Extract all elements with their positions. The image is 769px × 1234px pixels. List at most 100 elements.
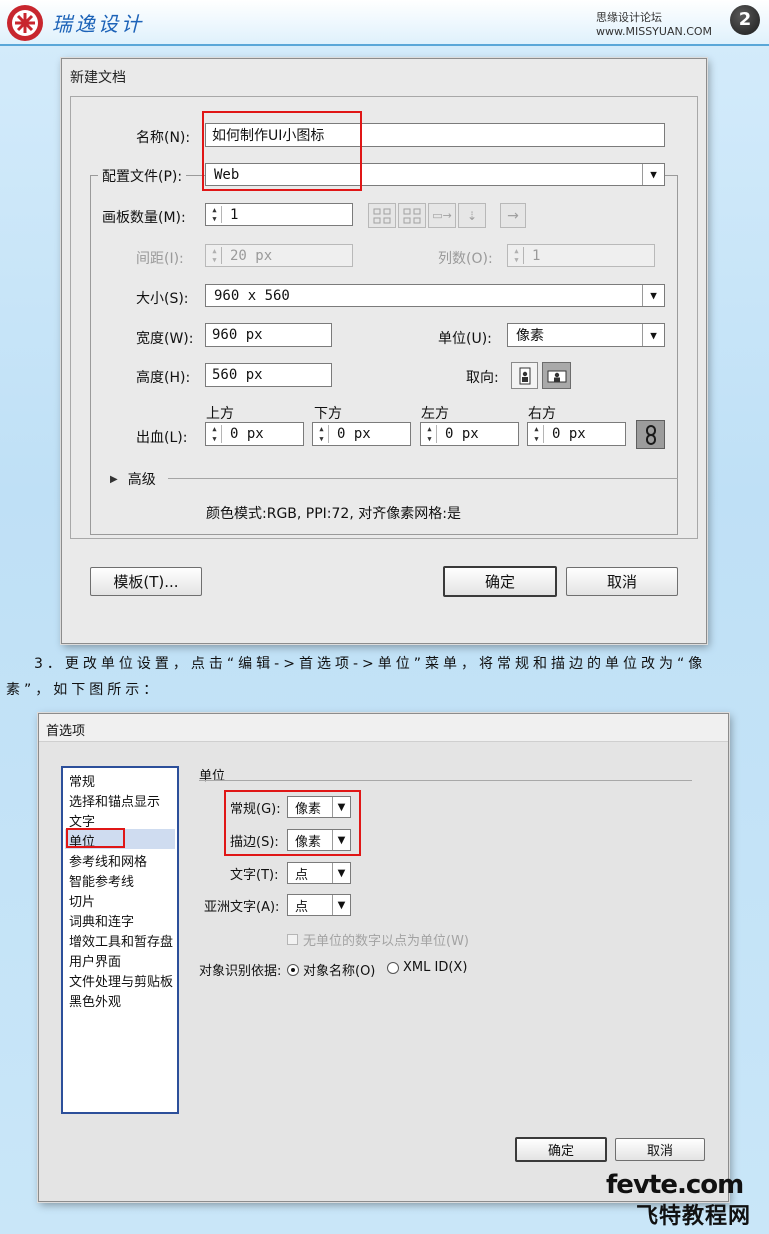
highlight-general-stroke	[224, 790, 361, 856]
advanced-divider	[168, 478, 678, 479]
artboards-label: 画板数量(M):	[102, 210, 186, 226]
artboard-layout-buttons: ▭→ ⇣ →	[368, 203, 526, 228]
bleed-label: 出血(L):	[136, 430, 188, 446]
instruction-line-1: 3．更改单位设置，点击“编辑->首选项->单位”菜单，将常规和描边的单位改为“像	[34, 656, 707, 672]
height-label: 高度(H):	[136, 370, 191, 386]
size-value: 960 x 560	[214, 287, 290, 304]
chevron-down-icon: ▼	[642, 164, 664, 185]
columns-label: 列数(O):	[438, 251, 493, 267]
bleed-left-input[interactable]: ▲ ▼ 0 px	[420, 422, 519, 446]
spinner-icon[interactable]: ▲ ▼	[530, 425, 544, 443]
advanced-label: 高级	[127, 472, 156, 488]
ok-button[interactable]: 确定	[443, 566, 557, 597]
dialog-title: 首选项	[46, 724, 86, 739]
prefs-ok-button[interactable]: 确定	[515, 1137, 607, 1162]
radio-selected-icon	[287, 963, 299, 976]
chevron-down-icon: ▼	[332, 863, 350, 883]
numbers-without-units-checkbox[interactable]: 无单位的数字以点为单位(W)	[287, 930, 469, 949]
spinner-icon[interactable]: ▲ ▼	[208, 206, 222, 223]
portrait-orientation-icon[interactable]	[511, 362, 538, 389]
chevron-down-icon: ▼	[642, 324, 664, 346]
size-label: 大小(S):	[136, 291, 189, 307]
advanced-toggle[interactable]: ▶ 高级	[110, 469, 156, 489]
category-item-smart-guides[interactable]: 智能参考线	[69, 871, 134, 890]
spinner-icon[interactable]: ▲ ▼	[315, 425, 329, 443]
orientation-label: 取向:	[466, 370, 499, 386]
type-units-label: 文字(T):	[230, 868, 279, 883]
landscape-orientation-icon[interactable]	[542, 362, 571, 389]
height-value: 560 px	[212, 367, 263, 383]
page-number-badge: 2	[730, 5, 760, 35]
cancel-button[interactable]: 取消	[566, 567, 678, 596]
logo-text: 瑞逸设计	[52, 12, 144, 36]
units-select[interactable]: 像素 ▼	[507, 323, 665, 347]
layout-direction-icon[interactable]: →	[500, 203, 526, 228]
section-title: 单位	[199, 769, 226, 784]
units-value: 像素	[516, 328, 544, 344]
profile-label: 配置文件(P):	[98, 166, 187, 186]
highlight-name-profile	[202, 111, 362, 191]
width-label: 宽度(W):	[136, 331, 194, 347]
radio-empty-icon	[387, 961, 399, 974]
category-item-plugins[interactable]: 增效工具和暂存盘	[69, 931, 173, 950]
watermark-name: 飞特教程网	[636, 1204, 752, 1229]
category-item-black-appearance[interactable]: 黑色外观	[69, 991, 121, 1010]
category-item-hyphenation[interactable]: 词典和连字	[69, 911, 134, 930]
document-info-text: 颜色模式:RGB, PPI:72, 对齐像素网格:是	[206, 506, 461, 522]
category-item-guides-grid[interactable]: 参考线和网格	[69, 851, 147, 870]
logo-seal-icon	[7, 5, 43, 41]
category-item-slices[interactable]: 切片	[69, 891, 95, 910]
link-bleed-icon[interactable]	[636, 420, 665, 449]
spacing-input[interactable]: ▲ ▼ 20 px	[205, 244, 353, 267]
category-item-user-interface[interactable]: 用户界面	[69, 951, 121, 970]
bleed-left-label: 左方	[421, 406, 449, 422]
asian-type-units-select[interactable]: 点 ▼	[287, 894, 351, 916]
templates-button[interactable]: 模板(T)...	[90, 567, 202, 596]
height-input[interactable]: 560 px	[205, 363, 332, 387]
category-item-file-handling[interactable]: 文件处理与剪贴板	[69, 971, 173, 990]
grid-by-column-icon[interactable]	[398, 203, 426, 228]
chevron-down-icon: ▼	[642, 285, 664, 306]
bleed-right-input[interactable]: ▲ ▼ 0 px	[527, 422, 626, 446]
profile-group	[90, 175, 678, 535]
chevron-down-icon: ▼	[332, 895, 350, 915]
name-label: 名称(N):	[136, 130, 191, 146]
spacing-label: 间距(I):	[136, 251, 184, 267]
bleed-top-input[interactable]: ▲ ▼ 0 px	[205, 422, 304, 446]
object-id-label: 对象识别依据:	[199, 964, 282, 979]
category-item-general[interactable]: 常规	[69, 771, 95, 790]
spinner-icon[interactable]: ▲ ▼	[423, 425, 437, 443]
watermark-site: fevte.com	[606, 1170, 744, 1200]
object-name-radio[interactable]: 对象名称(O)	[287, 960, 375, 979]
category-item-selection[interactable]: 选择和锚点显示	[69, 791, 160, 810]
numbers-without-units-label: 无单位的数字以点为单位(W)	[303, 934, 469, 949]
bleed-bottom-input[interactable]: ▲ ▼ 0 px	[312, 422, 411, 446]
section-divider	[199, 780, 692, 781]
units-label: 单位(U):	[438, 331, 492, 347]
type-units-value: 点	[295, 867, 309, 883]
spinner-icon[interactable]: ▲ ▼	[208, 425, 222, 443]
instruction-line-2: 素”，如下图所示：	[6, 682, 162, 698]
size-select[interactable]: 960 x 560 ▼	[205, 284, 665, 307]
arrange-by-column-icon[interactable]: ⇣	[458, 203, 486, 228]
prefs-cancel-button[interactable]: 取消	[615, 1138, 705, 1161]
object-name-label: 对象名称(O)	[303, 964, 376, 979]
preferences-category-list: 常规 选择和锚点显示 文字 单位 参考线和网格 智能参考线 切片 词典和连字 增…	[61, 766, 179, 1114]
bleed-top-label: 上方	[206, 406, 234, 422]
type-units-select[interactable]: 点 ▼	[287, 862, 351, 884]
xml-id-label: XML ID(X)	[403, 960, 468, 975]
width-value: 960 px	[212, 327, 263, 343]
dialog-title: 新建文档	[70, 70, 126, 86]
grid-by-row-icon[interactable]	[368, 203, 396, 228]
columns-input[interactable]: ▲ ▼ 1	[507, 244, 655, 267]
asian-type-units-value: 点	[295, 899, 309, 915]
xml-id-radio[interactable]: XML ID(X)	[387, 960, 467, 975]
bleed-right-label: 右方	[528, 406, 556, 422]
spinner-icon: ▲ ▼	[208, 247, 222, 264]
checkbox-icon	[287, 934, 298, 945]
spinner-icon: ▲ ▼	[510, 247, 524, 264]
artboards-input[interactable]: ▲ ▼ 1	[205, 203, 353, 226]
arrange-by-row-icon[interactable]: ▭→	[428, 203, 456, 228]
width-input[interactable]: 960 px	[205, 323, 332, 347]
asian-type-units-label: 亚洲文字(A):	[204, 900, 280, 915]
